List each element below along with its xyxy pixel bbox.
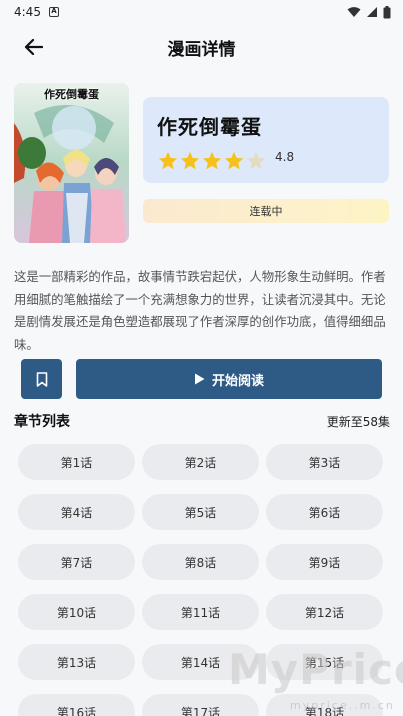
chapter-item[interactable]: 第5话 <box>142 494 259 530</box>
star-icon <box>180 151 200 170</box>
chapter-item[interactable]: 第2话 <box>142 444 259 480</box>
battery-icon <box>383 5 391 18</box>
star-icon <box>158 151 178 170</box>
chapter-grid: 第1话 第2话 第3话 第4话 第5话 第6话 第7话 第8话 第9话 第10话 第11话 第12话第… <box>18 444 386 716</box>
app-bar: 漫画详情 <box>0 24 403 70</box>
chapter-item[interactable]: 第4话 <box>18 494 135 530</box>
rating-stars <box>157 150 267 172</box>
arrow-left-icon <box>24 38 43 56</box>
back-button[interactable] <box>20 34 46 60</box>
chapter-update-status: 更新至58集 <box>326 414 390 429</box>
info-card: 作死倒霉蛋 4.8 <box>143 97 389 183</box>
comic-title: 作死倒霉蛋 <box>157 115 262 139</box>
chapter-item[interactable]: 第7话 <box>18 544 135 580</box>
chapter-item[interactable]: 第18话 <box>266 694 383 716</box>
star-icon <box>246 151 266 170</box>
status-bar: 4:45 A <box>0 0 403 24</box>
status-badge: 连载中 <box>143 199 389 223</box>
chapter-item[interactable]: 第17话 <box>142 694 259 716</box>
chapter-list-title: 章节列表 <box>14 414 70 430</box>
star-icon <box>202 151 222 170</box>
chapter-item[interactable]: 第6话 <box>266 494 383 530</box>
rating-row: 4.8 <box>157 150 375 172</box>
notification-app-icon: A <box>48 7 59 17</box>
wifi-icon <box>347 7 361 17</box>
start-reading-button[interactable]: 开始阅读 <box>76 359 382 399</box>
chapter-list-header: 章节列表 更新至58集 <box>14 410 390 432</box>
chapter-item[interactable]: 第1话 <box>18 444 135 480</box>
rating-value: 4.8 <box>275 150 295 164</box>
chapter-item[interactable]: 第8话 <box>142 544 259 580</box>
chapter-item[interactable]: 第15话 <box>266 644 383 680</box>
play-icon <box>194 373 205 385</box>
chapter-item[interactable]: 第12话 <box>266 594 383 630</box>
chapter-item[interactable]: 第11话 <box>142 594 259 630</box>
comic-description: 这是一部精彩的作品，故事情节跌宕起伏，人物形象生动鲜明。作者用细腻的笔触描绘了一… <box>14 269 386 352</box>
chapter-item[interactable]: 第9话 <box>266 544 383 580</box>
cover-image: 作死倒霉蛋 <box>14 83 129 243</box>
bookmark-button[interactable] <box>21 359 62 399</box>
start-reading-label: 开始阅读 <box>211 373 264 389</box>
cover-illustration <box>14 83 129 243</box>
chapter-item[interactable]: 第13话 <box>18 644 135 680</box>
chapter-item[interactable]: 第16话 <box>18 694 135 716</box>
cover-title-text: 作死倒霉蛋 <box>44 88 99 101</box>
page-title: 漫画详情 <box>167 39 236 60</box>
signal-icon <box>367 7 377 17</box>
chapter-item[interactable]: 第3话 <box>266 444 383 480</box>
chapter-item[interactable]: 第10话 <box>18 594 135 630</box>
chapter-item[interactable]: 第14话 <box>142 644 259 680</box>
bookmark-icon <box>36 371 47 387</box>
status-time: 4:45 <box>14 5 41 19</box>
star-icon <box>224 151 244 170</box>
